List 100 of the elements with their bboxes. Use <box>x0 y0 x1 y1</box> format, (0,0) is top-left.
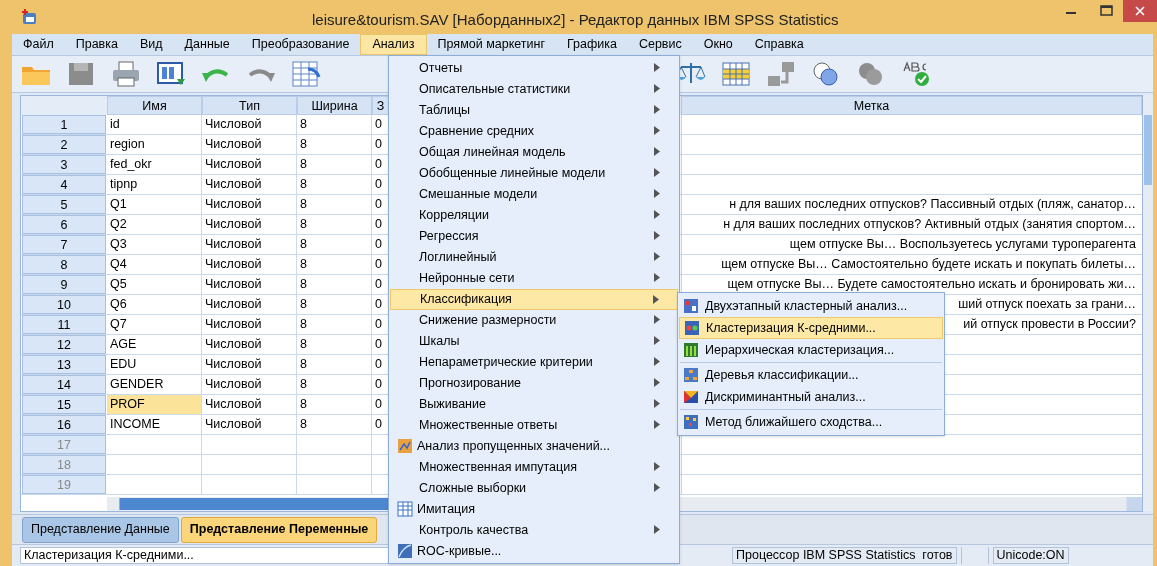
table-cell-text: 0 <box>375 116 382 134</box>
menu-item[interactable]: Выживание <box>390 394 678 415</box>
menu-item[interactable]: ROC-кривые... <box>390 541 678 562</box>
menu-item[interactable]: Метод ближайшего сходства... <box>679 411 943 433</box>
menu-item[interactable]: Классификация <box>390 289 678 310</box>
menu-item[interactable]: Множественная импутация <box>390 457 678 478</box>
table-cell-text: 0 <box>375 236 382 254</box>
submenu-arrow-icon <box>654 189 660 198</box>
table-cell-text: 0 <box>375 156 382 174</box>
close-button[interactable] <box>1123 0 1157 22</box>
menu-item[interactable]: Графика <box>555 34 628 55</box>
menu-item[interactable]: Вид <box>128 34 174 55</box>
menu-item[interactable]: Анализ <box>360 34 427 55</box>
table-cell-text: Числовой <box>205 316 262 334</box>
table-cell-text: Q7 <box>110 316 127 334</box>
spreadsheet-icon[interactable] <box>290 59 322 89</box>
table-cell-text: Числовой <box>205 296 262 314</box>
submenu-arrow-icon <box>654 252 660 261</box>
vertical-scrollbar[interactable] <box>1143 95 1153 511</box>
menu-item[interactable]: Окно <box>692 34 744 55</box>
menu-item[interactable]: Данные <box>173 34 241 55</box>
row-number[interactable]: 9 <box>22 275 106 294</box>
print-icon[interactable] <box>110 59 142 89</box>
menu-item[interactable]: Непараметрические критерии <box>390 352 678 373</box>
row-number[interactable]: 13 <box>22 355 106 374</box>
table-cell-text: Числовой <box>205 336 262 354</box>
table-cell-text: 8 <box>300 236 307 254</box>
menu-item[interactable]: Преобразование <box>240 34 361 55</box>
menu-item[interactable]: Общая линейная модель <box>390 142 678 163</box>
view-tab[interactable]: Представление Данные <box>22 516 179 543</box>
menu-item[interactable]: Иерархическая кластеризация... <box>679 339 943 361</box>
table-cell-text: GENDER <box>110 376 164 394</box>
table-icon[interactable] <box>720 59 752 89</box>
menu-item[interactable]: Логлинейный <box>390 247 678 268</box>
menu-item[interactable]: Регрессия <box>390 226 678 247</box>
menu-item[interactable]: Смешанные модели <box>390 184 678 205</box>
menu-item[interactable]: Деревья классификации... <box>679 364 943 386</box>
table-cell-text: id <box>110 116 120 134</box>
table-cell-text: EDU <box>110 356 137 374</box>
menu-item[interactable]: Контроль качества <box>390 520 678 541</box>
menu-item[interactable]: Анализ пропущенных значений... <box>390 436 678 457</box>
row-number[interactable]: 12 <box>22 335 106 354</box>
column-header[interactable]: Имя <box>107 96 202 115</box>
menu-item[interactable]: Сервис <box>627 34 693 55</box>
table-icon <box>397 501 413 517</box>
row-number[interactable]: 16 <box>22 415 106 434</box>
menu-item[interactable]: Правка <box>64 34 129 55</box>
table-cell-text: 8 <box>300 356 307 374</box>
menu-item[interactable]: Двухэтапный кластерный анализ... <box>679 295 943 317</box>
row-number[interactable]: 4 <box>22 175 106 194</box>
menu-item[interactable]: Файл <box>12 34 65 55</box>
menu-item[interactable]: Дискриминантный анализ... <box>679 386 943 408</box>
menu-item[interactable]: Множественные ответы <box>390 415 678 436</box>
view-tab[interactable]: Представление Переменные <box>180 516 378 543</box>
row-number[interactable]: 6 <box>22 215 106 234</box>
spellcheck-icon[interactable] <box>900 59 932 89</box>
table-cell-text: 0 <box>375 176 382 194</box>
menu-item[interactable]: Прямой маркетинг <box>426 34 556 55</box>
submenu-arrow-icon <box>654 378 660 387</box>
table-cell-text: щем отпуске Вы… Будете самостоятельно искать и бронировать жи… <box>727 276 1136 294</box>
table-cell-text: 8 <box>300 416 307 434</box>
menu-item[interactable]: Обобщенные линейные модели <box>390 163 678 184</box>
menu-item[interactable]: Отчеты <box>390 58 678 79</box>
table-cell-text: Q3 <box>110 236 127 254</box>
menu-item[interactable]: Кластеризация К-средними... <box>679 317 943 339</box>
row-number[interactable]: 15 <box>22 395 106 414</box>
menu-item[interactable]: Таблицы <box>390 100 678 121</box>
row-number[interactable]: 14 <box>22 375 106 394</box>
row-number[interactable]: 2 <box>22 135 106 154</box>
column-header[interactable]: Метка <box>681 96 1142 115</box>
submenu-arrow-icon <box>654 399 660 408</box>
column-header[interactable]: Ширина <box>297 96 372 115</box>
menu-item[interactable]: Прогнозирование <box>390 373 678 394</box>
tree-icon <box>683 367 699 383</box>
row-number[interactable]: 1 <box>22 115 106 134</box>
column-header[interactable]: Тип <box>202 96 297 115</box>
row-number[interactable]: 5 <box>22 195 106 214</box>
menu-item[interactable]: Нейронные сети <box>390 268 678 289</box>
row-number[interactable]: 8 <box>22 255 106 274</box>
menu-item[interactable]: Сложные выборки <box>390 478 678 499</box>
menu-item[interactable]: Сравнение средних <box>390 121 678 142</box>
menu-item[interactable]: Описательные статистики <box>390 79 678 100</box>
row-number[interactable]: 11 <box>22 315 106 334</box>
menu-item[interactable]: Снижение размерности <box>390 310 678 331</box>
submenu-arrow-icon <box>654 126 660 135</box>
table-cell-text: 0 <box>375 356 382 374</box>
encoding-status: Unicode:ON <box>992 547 1069 564</box>
menu-item[interactable]: Корреляции <box>390 205 678 226</box>
row-number[interactable]: 7 <box>22 235 106 254</box>
bar-chart-icon <box>683 342 699 358</box>
menu-item[interactable]: Имитация <box>390 499 678 520</box>
table-cell-text: ший отпуск поехать за грани… <box>958 296 1136 314</box>
variables-icon[interactable] <box>765 59 797 89</box>
chart-icon <box>397 438 413 454</box>
table-cell-text: Числовой <box>205 396 262 414</box>
row-number[interactable]: 3 <box>22 155 106 174</box>
row-number[interactable]: 10 <box>22 295 106 314</box>
menu-item[interactable]: Шкалы <box>390 331 678 352</box>
submenu-arrow-icon <box>654 63 660 72</box>
menu-item[interactable]: Справка <box>743 34 815 55</box>
